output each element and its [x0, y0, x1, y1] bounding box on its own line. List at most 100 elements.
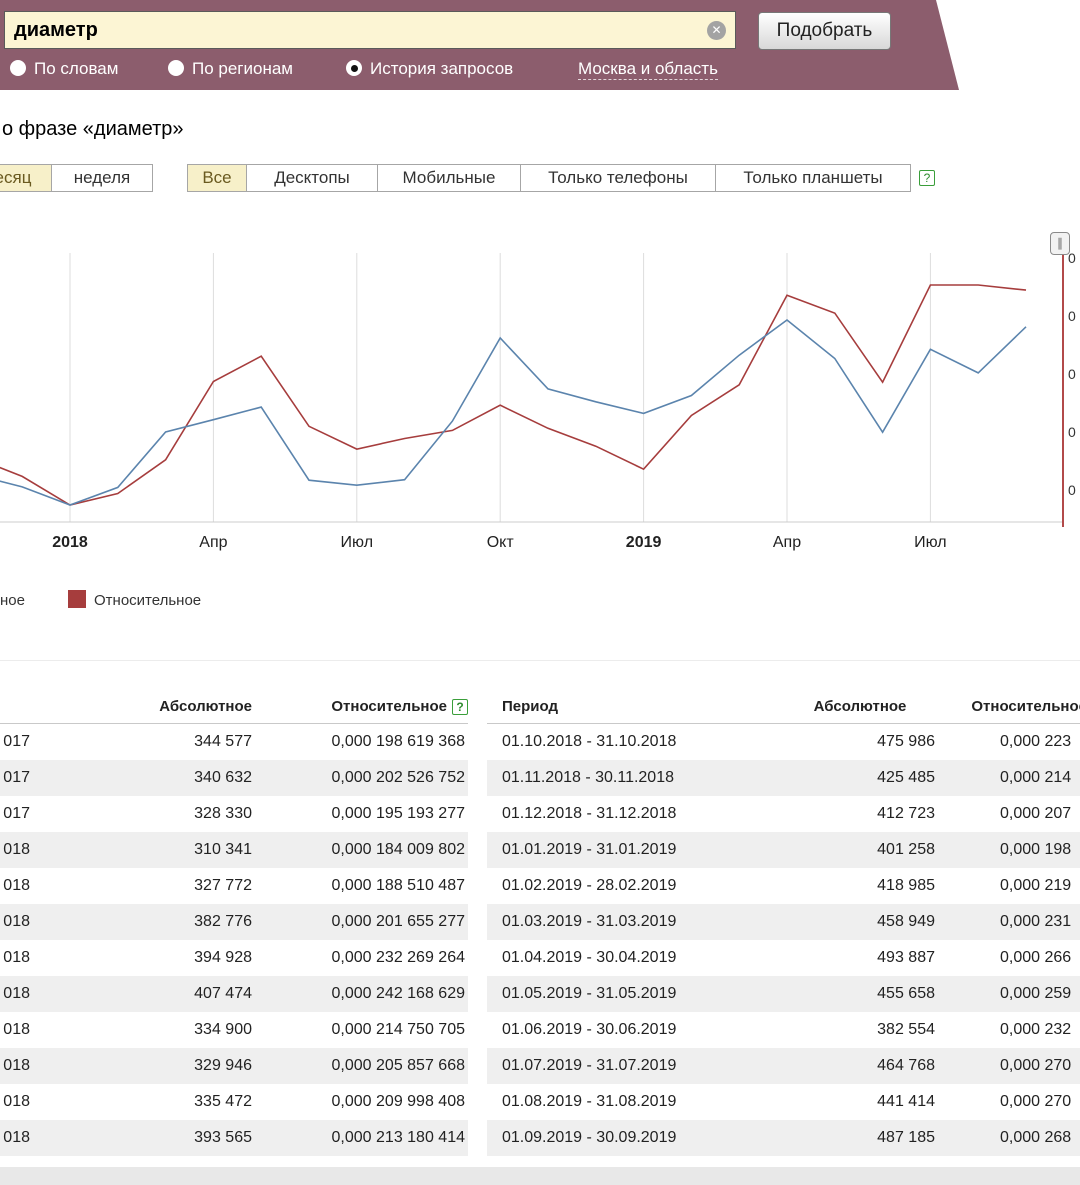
absolute-cell: 393 565 [194, 1129, 252, 1146]
legend-label-absolute: ное [0, 592, 25, 609]
relative-cell: 0,000 270 [1000, 1093, 1072, 1110]
right-axis-tick-label: 0 [1068, 366, 1076, 382]
period-column-header: Период [502, 698, 558, 715]
period-cell: 01.02.2019 - 28.02.2019 [502, 877, 677, 894]
relative-cell: 0,000 214 750 705 [331, 1021, 465, 1038]
period-cell: 018 [3, 949, 30, 966]
relative-cell: 0,000 195 193 277 [331, 805, 465, 822]
relative-cell: 0,000 184 009 802 [331, 841, 465, 858]
relative-cell: 0,000 207 [1000, 805, 1072, 822]
relative-cell: 0,000 259 [1000, 985, 1072, 1002]
absolute-cell: 334 900 [194, 1021, 252, 1038]
absolute-cell: 310 341 [194, 841, 252, 858]
relative-cell: 0,000 266 [1000, 949, 1072, 966]
relative-cell: 0,000 232 269 264 [331, 949, 465, 966]
x-axis-label: Июл [340, 534, 374, 551]
relative-cell: 0,000 223 [1000, 733, 1072, 750]
period-cell: 018 [3, 985, 30, 1002]
relative-column-header: Относительное [971, 698, 1080, 715]
relative-cell: 0,000 231 [1000, 913, 1072, 930]
table-right-body: 01.10.2018 - 31.10.2018 475 986 0,000 223 0… [487, 724, 1080, 1156]
absolute-cell: 327 772 [194, 877, 252, 894]
relative-cell: 0,000 270 [1000, 1057, 1072, 1074]
absolute-cell: 401 258 [877, 841, 935, 858]
period-cell: 017 [3, 769, 30, 786]
table-row: 017 340 632 0,000 202 526 752 [0, 760, 468, 796]
period-cell: 01.12.2018 - 31.12.2018 [502, 805, 677, 822]
table-right: Период Абсолютное Относительное 01.10.20… [487, 690, 1080, 1156]
absolute-cell: 382 776 [194, 913, 252, 930]
absolute-cell: 458 949 [877, 913, 935, 930]
relative-column-header: Относительное [331, 698, 447, 715]
table-row: 01.07.2019 - 31.07.2019 464 768 0,000 270 [487, 1048, 1080, 1084]
relative-cell: 0,000 202 526 752 [331, 769, 465, 786]
right-axis-tick-label: 0 [1068, 308, 1076, 324]
footer-band [0, 1167, 1080, 1185]
right-axis-tick-label: 0 [1068, 250, 1076, 266]
absolute-cell: 412 723 [877, 805, 935, 822]
relative-cell: 0,000 219 [1000, 877, 1072, 894]
relative-cell: 0,000 214 [1000, 769, 1072, 786]
table-row: 018 382 776 0,000 201 655 277 [0, 904, 468, 940]
table-row: 01.01.2019 - 31.01.2019 401 258 0,000 198 [487, 832, 1080, 868]
absolute-column-header: Абсолютное [159, 698, 252, 715]
table-row: 018 310 341 0,000 184 009 802 [0, 832, 468, 868]
absolute-cell: 487 185 [877, 1129, 935, 1146]
absolute-cell: 407 474 [194, 985, 252, 1002]
x-axis-label: 2018 [52, 534, 88, 551]
table-row: 01.05.2019 - 31.05.2019 455 658 0,000 259 [487, 976, 1080, 1012]
relative-cell: 0,000 188 510 487 [331, 877, 465, 894]
relative-cell: 0,000 209 998 408 [331, 1093, 465, 1110]
period-cell: 01.09.2019 - 30.09.2019 [502, 1129, 677, 1146]
period-cell: 018 [3, 841, 30, 858]
table-row: 01.03.2019 - 31.03.2019 458 949 0,000 231 [487, 904, 1080, 940]
absolute-cell: 455 658 [877, 985, 935, 1002]
absolute-cell: 340 632 [194, 769, 252, 786]
x-axis-label: 2019 [625, 534, 662, 551]
relative-cell: 0,000 232 [1000, 1021, 1072, 1038]
table-row: 01.04.2019 - 30.04.2019 493 887 0,000 266 [487, 940, 1080, 976]
table-left: Абсолютное Относительное ? 017 344 577 0,0… [0, 690, 468, 1156]
section-divider [0, 660, 1080, 661]
right-axis-tick-label: 0 [1068, 424, 1076, 440]
period-cell: 018 [3, 913, 30, 930]
table-row: 01.12.2018 - 31.12.2018 412 723 0,000 207 [487, 796, 1080, 832]
table-row: 01.10.2018 - 31.10.2018 475 986 0,000 223 [487, 724, 1080, 760]
absolute-cell: 382 554 [877, 1021, 935, 1038]
absolute-cell: 328 330 [194, 805, 252, 822]
series-relative-line [0, 284, 1027, 506]
period-cell: 01.06.2019 - 30.06.2019 [502, 1021, 677, 1038]
table-row: 018 407 474 0,000 242 168 629 [0, 976, 468, 1012]
period-cell: 01.08.2019 - 31.08.2019 [502, 1093, 677, 1110]
period-cell: 017 [3, 733, 30, 750]
period-cell: 01.11.2018 - 30.11.2018 [502, 769, 674, 786]
absolute-column-header: Абсолютное [813, 698, 907, 715]
table-row: 018 394 928 0,000 232 269 264 [0, 940, 468, 976]
table-row: 017 328 330 0,000 195 193 277 [0, 796, 468, 832]
legend-label-relative: Относительное [94, 592, 202, 609]
absolute-cell: 493 887 [877, 949, 935, 966]
absolute-cell: 394 928 [194, 949, 252, 966]
table-row: 018 335 472 0,000 209 998 408 [0, 1084, 468, 1120]
slider-grip-icon: ∥ [1057, 236, 1063, 250]
period-cell: 01.04.2019 - 30.04.2019 [502, 949, 677, 966]
absolute-cell: 329 946 [194, 1057, 252, 1074]
table-row: 01.08.2019 - 31.08.2019 441 414 0,000 270 [487, 1084, 1080, 1120]
table-row: 018 334 900 0,000 214 750 705 [0, 1012, 468, 1048]
table-left-header: Абсолютное Относительное ? [0, 690, 468, 724]
absolute-cell: 441 414 [877, 1093, 935, 1110]
table-left-body: 017 344 577 0,000 198 619 368 017 340 632 0,0… [0, 724, 468, 1156]
x-axis-label: Апр [199, 534, 228, 551]
relative-help-icon[interactable]: ? [452, 698, 468, 715]
relative-cell: 0,000 198 619 368 [331, 733, 465, 750]
absolute-cell: 425 485 [877, 769, 935, 786]
relative-cell: 0,000 268 [1000, 1129, 1072, 1146]
chart-range-slider-handle[interactable]: ∥ [1050, 232, 1070, 255]
relative-cell: 0,000 201 655 277 [331, 913, 465, 930]
period-cell: 01.05.2019 - 31.05.2019 [502, 985, 677, 1002]
table-row: 01.06.2019 - 30.06.2019 382 554 0,000 232 [487, 1012, 1080, 1048]
legend-swatch-relative [68, 590, 86, 608]
x-axis-label: Июл [914, 534, 947, 551]
absolute-cell: 464 768 [877, 1057, 935, 1074]
table-right-header: Период Абсолютное Относительное [487, 690, 1080, 724]
